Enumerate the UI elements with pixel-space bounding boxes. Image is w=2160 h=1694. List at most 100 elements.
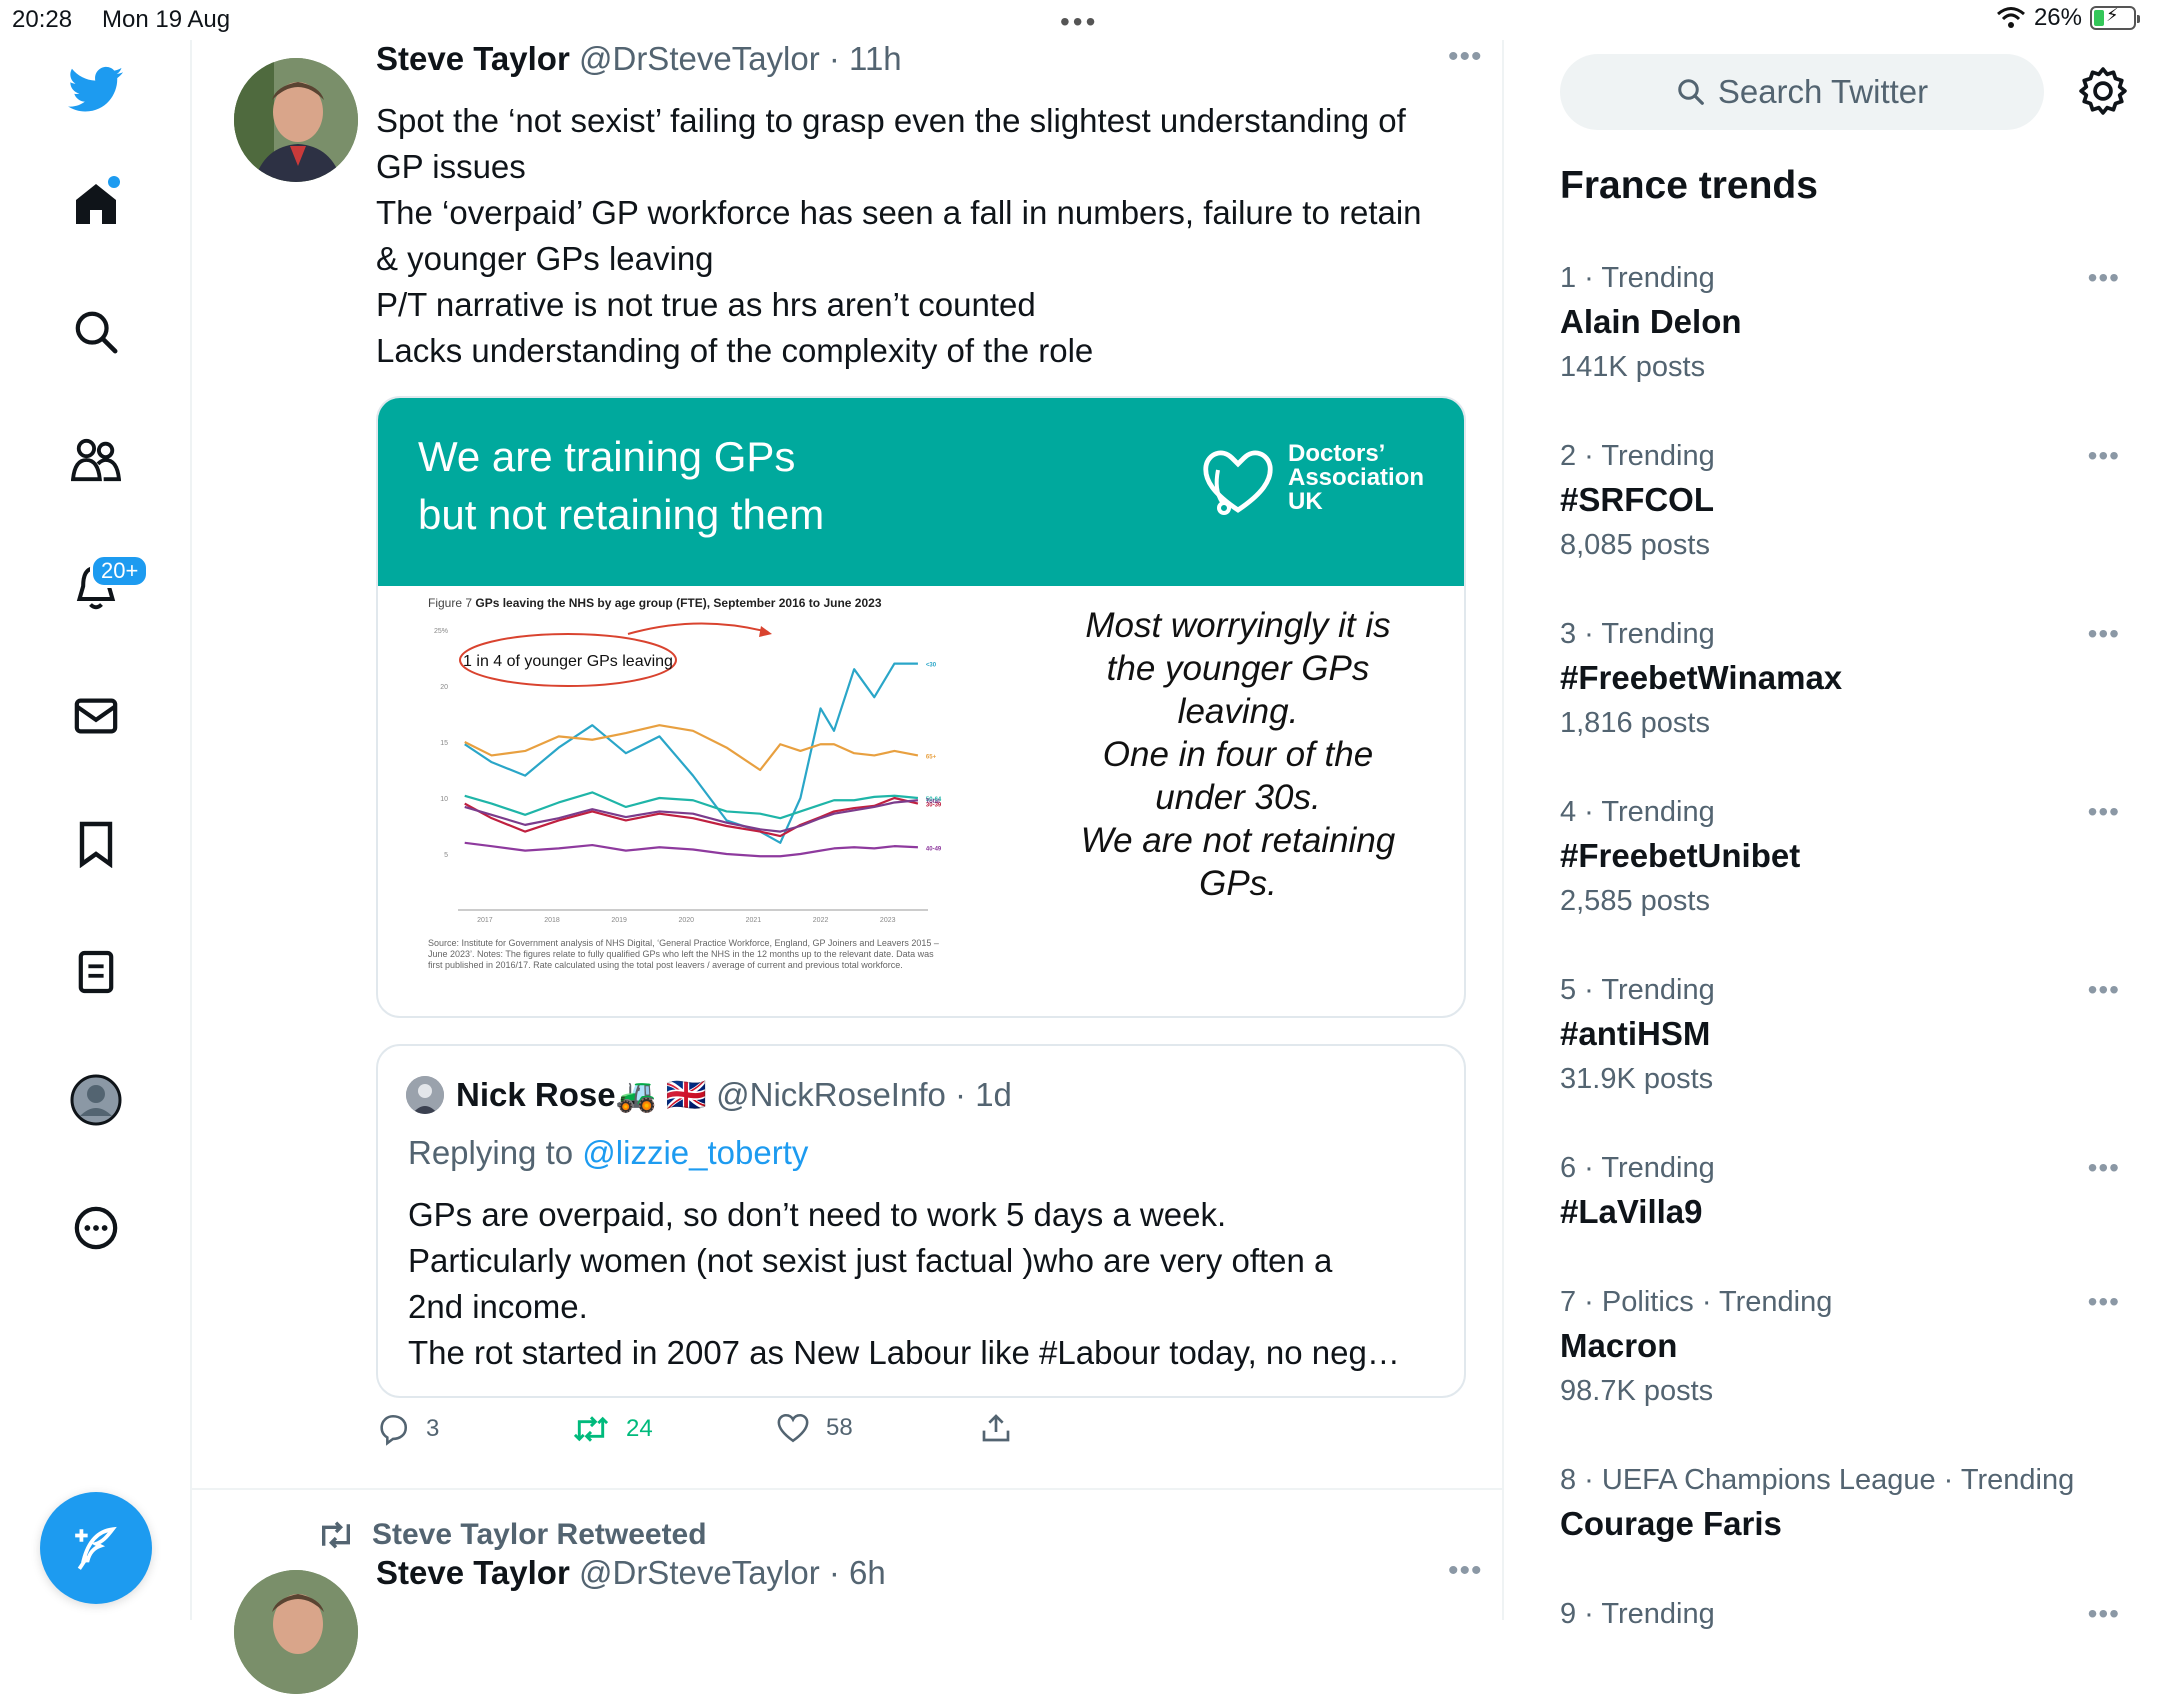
replying-to-handle-link[interactable]: @lizzie_toberty (582, 1134, 808, 1171)
search-icon (1678, 79, 1704, 105)
trend-more-icon[interactable]: ••• (2088, 262, 2120, 294)
figure-label: Figure 7 (428, 596, 473, 610)
trend-item[interactable]: 6 · Trending #LaVilla9 ••• (1560, 1152, 2120, 1231)
quoted-author-emoji: 🚜 🇬🇧 (615, 1076, 707, 1113)
chart-source-note: Source: Institute for Government analysi… (428, 938, 939, 970)
quoted-author-handle[interactable]: @NickRoseInfo (716, 1076, 946, 1113)
trend-more-icon[interactable]: ••• (2088, 440, 2120, 472)
trend-more-icon[interactable]: ••• (2088, 974, 2120, 1006)
nav-home[interactable] (60, 168, 132, 240)
x-tick-label: 2023 (880, 917, 896, 924)
nav-explore[interactable] (60, 296, 132, 368)
nav-profile[interactable] (60, 1064, 132, 1136)
trend-more-icon[interactable]: ••• (2088, 796, 2120, 828)
trend-item[interactable]: 8 · UEFA Champions League · Trending Cou… (1560, 1464, 2120, 1543)
next-author-avatar[interactable] (234, 1570, 358, 1694)
tweet-more-options-icon[interactable]: ••• (1448, 40, 1483, 74)
trend-name: #antiHSM (1560, 1015, 1711, 1052)
x-tick-label: 2017 (477, 917, 493, 924)
share-button[interactable] (980, 1412, 1012, 1444)
reply-button[interactable]: 3 (376, 1412, 439, 1446)
list-icon (78, 950, 114, 994)
nav-communities[interactable] (60, 424, 132, 496)
org-line: Association (1288, 464, 1425, 491)
trend-post-count: 141K posts (1560, 351, 1706, 383)
author-photo (234, 58, 358, 182)
communities-icon (71, 438, 121, 482)
tweet-media-image[interactable]: We are training GPs but not retaining th… (376, 396, 1466, 1018)
share-icon (982, 1414, 1010, 1442)
trend-meta: 9 · Trending (1560, 1598, 1715, 1630)
trend-meta: 6 · Trending (1560, 1152, 1715, 1184)
trend-item[interactable]: 7 · Politics · Trending Macron 98.7K pos… (1560, 1286, 2120, 1408)
status-date: Mon 19 Aug (102, 6, 231, 33)
trend-item[interactable]: 3 · Trending #FreebetWinamax 1,816 posts… (1560, 618, 2120, 740)
status-time: 20:28 (12, 6, 73, 33)
battery-percent: 26% (2033, 4, 2082, 31)
tweet-header: Steve Taylor @DrSteveTaylor · 11h (376, 40, 902, 77)
y-tick-label: 5 (444, 852, 448, 859)
quoted-tweet[interactable]: Nick Rose🚜 🇬🇧 @NickRoseInfo · 1d Replyin… (376, 1044, 1466, 1398)
twitter-logo-icon[interactable] (60, 54, 132, 126)
tweet-time[interactable]: 11h (849, 40, 902, 77)
retweeted-label[interactable]: Steve Taylor Retweeted (372, 1518, 707, 1552)
next-author-photo (234, 1570, 358, 1694)
nav-notifications[interactable]: 20+ (60, 552, 150, 624)
x-tick-label: 2019 (611, 917, 627, 924)
tweet-text-line: P/T narrative is not true as hrs aren’t … (376, 286, 1036, 323)
retweet-icon (322, 1521, 350, 1549)
trends-title: France trends (1560, 164, 1818, 207)
trend-more-icon[interactable]: ••• (2088, 1152, 2120, 1184)
nav-more[interactable] (60, 1192, 132, 1264)
quoted-author-name[interactable]: Nick Rose (456, 1076, 616, 1113)
trend-item[interactable]: 2 · Trending #SRFCOL 8,085 posts ••• (1560, 440, 2120, 562)
next-author-handle[interactable]: @DrSteveTaylor (579, 1554, 820, 1591)
callout-line: under 30s. (1155, 778, 1321, 817)
timeline: Steve Taylor @DrSteveTaylor · 11h ••• Sp… (192, 40, 1504, 1694)
battery-icon: ⚡ (2090, 5, 2140, 30)
trend-item[interactable]: 4 · Trending #FreebetUnibet 2,585 posts … (1560, 796, 2120, 918)
multitasking-dots-icon[interactable]: ••• (1060, 6, 1098, 38)
nav-bookmarks[interactable] (60, 808, 132, 880)
charging-bolt-icon: ⚡ (2106, 5, 2119, 25)
tweet[interactable]: Steve Taylor @DrSteveTaylor · 11h ••• Sp… (192, 40, 1504, 1488)
like-button[interactable]: 58 (776, 1412, 853, 1444)
trend-post-count: 2,585 posts (1560, 885, 1710, 917)
trend-more-icon[interactable]: ••• (2088, 618, 2120, 650)
quoted-tweet-text: GPs are overpaid, so don’t need to work … (408, 1192, 1448, 1376)
reply-icon (380, 1414, 408, 1446)
trend-post-count: 31.9K posts (1560, 1063, 1714, 1095)
chart-svg: 5 10 15 20 25% 2017 2018 2019 2020 2021 2022 2023 <3… (434, 622, 942, 924)
next-tweet-time[interactable]: 6h (849, 1554, 886, 1591)
nav-messages[interactable] (60, 680, 132, 752)
series-line (464, 724, 919, 772)
compose-tweet-button[interactable] (40, 1492, 152, 1604)
search-input[interactable]: Search Twitter (1560, 54, 2044, 130)
tweet-text: Spot the ‘not sexist’ failing to grasp e… (376, 98, 1466, 374)
next-author-name[interactable]: Steve Taylor (376, 1554, 570, 1591)
trend-item[interactable]: 1 · Trending Alain Delon 141K posts ••• (1560, 262, 2120, 384)
annotation-label: 1 in 4 of younger GPs leaving (463, 653, 673, 670)
retweet-button[interactable]: 24 (572, 1412, 653, 1446)
trend-item[interactable]: 9 · Trending ••• (1560, 1598, 2120, 1631)
status-bar: 20:28 Mon 19 Aug ••• 26% ⚡ (0, 0, 2160, 40)
trend-more-icon[interactable]: ••• (2088, 1286, 2120, 1318)
quoted-author-avatar[interactable] (406, 1076, 444, 1114)
x-tick-label: 2022 (813, 917, 829, 924)
author-name[interactable]: Steve Taylor (376, 40, 570, 77)
trend-more-icon[interactable]: ••• (2088, 1598, 2120, 1630)
next-tweet[interactable]: Steve Taylor Retweeted Steve Taylor @DrS… (192, 1490, 1504, 1694)
nav-lists[interactable] (60, 936, 132, 1008)
next-tweet-more-options-icon[interactable]: ••• (1448, 1554, 1483, 1588)
quoted-author-photo (406, 1076, 444, 1114)
series-end-label: <30 (926, 663, 937, 669)
callout-line: Most worryingly it is (1085, 606, 1391, 645)
settings-button[interactable] (2078, 66, 2128, 116)
trend-name: Macron (1560, 1327, 1678, 1364)
quote-text-line: The rot started in 2007 as New Labour li… (408, 1334, 1400, 1371)
trend-item[interactable]: 5 · Trending #antiHSM 31.9K posts ••• (1560, 974, 2120, 1096)
author-avatar[interactable] (234, 58, 358, 182)
author-handle[interactable]: @DrSteveTaylor (579, 40, 820, 77)
tweet-text-line: The ‘overpaid’ GP workforce has seen a f… (376, 194, 1422, 231)
trend-meta: 7 · Politics · Trending (1560, 1286, 1833, 1318)
